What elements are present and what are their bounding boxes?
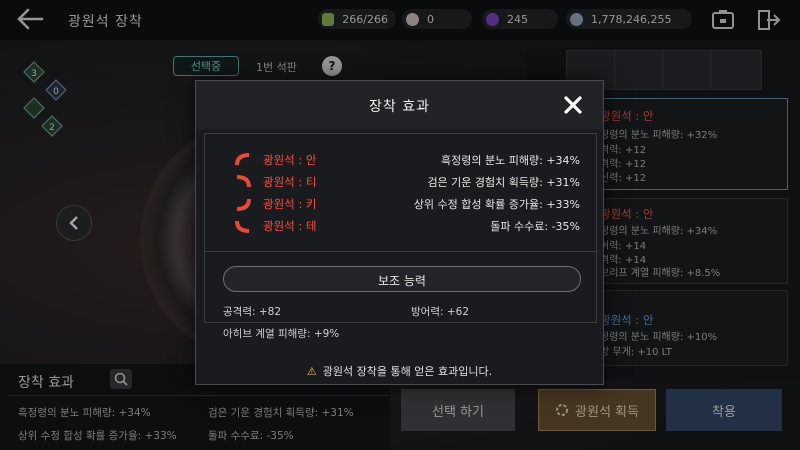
sub-ability-title: 보조 능력 [378, 274, 426, 288]
modal-title: 장착 효과 [369, 99, 430, 115]
stat-ahib: 아히브 계열 피해량: +9% [223, 328, 340, 340]
stone-name: 광원석 : 안 [263, 153, 317, 167]
notice-text: 광원석 장착을 통해 얻은 효과입니다. [322, 365, 493, 378]
stone-icon [235, 220, 250, 233]
stone-icon [236, 175, 251, 188]
stone-effect: 흑정령의 분노 피해량: +34% [441, 154, 580, 167]
stone-effect-row: 광원석 : 키 상위 수정 합성 확률 증가율: +33% [235, 196, 580, 212]
divider [205, 251, 596, 252]
equip-effect-modal: 장착 효과 광원석 : 안 흑정령의 분노 피해량: +34% 광원석 : 티 … [195, 80, 604, 385]
stat-attack: 공격력: +82 [223, 306, 282, 318]
stone-effect-row: 광원석 : 안 흑정령의 분노 피해량: +34% [235, 152, 580, 168]
stone-icon [236, 198, 251, 211]
sub-ability-header: 보조 능력 [223, 266, 581, 292]
stone-name: 광원석 : 테 [263, 219, 317, 233]
warning-icon: ⚠ [306, 365, 317, 378]
stone-effect: 검은 기운 경험치 획득량: +31% [427, 176, 580, 189]
stone-icon [235, 153, 250, 166]
stone-name: 광원석 : 티 [263, 175, 317, 189]
modal-notice: ⚠ 광원석 장착을 통해 얻은 효과입니다. [196, 363, 603, 379]
stone-effect-row: 광원석 : 티 검은 기운 경험치 획득량: +31% [235, 174, 580, 190]
modal-header: 장착 효과 [196, 81, 603, 129]
stone-effect: 상위 수정 합성 확률 증가율: +33% [413, 198, 580, 211]
effects-box: 광원석 : 안 흑정령의 분노 피해량: +34% 광원석 : 티 검은 기운 … [204, 133, 597, 340]
stone-name: 광원석 : 키 [263, 197, 317, 211]
stat-defense: 방어력: +62 [411, 306, 470, 318]
stone-effect: 돌파 수수료: -35% [490, 220, 580, 233]
close-icon[interactable] [563, 95, 583, 115]
stone-effect-row: 광원석 : 테 돌파 수수료: -35% [235, 218, 580, 234]
